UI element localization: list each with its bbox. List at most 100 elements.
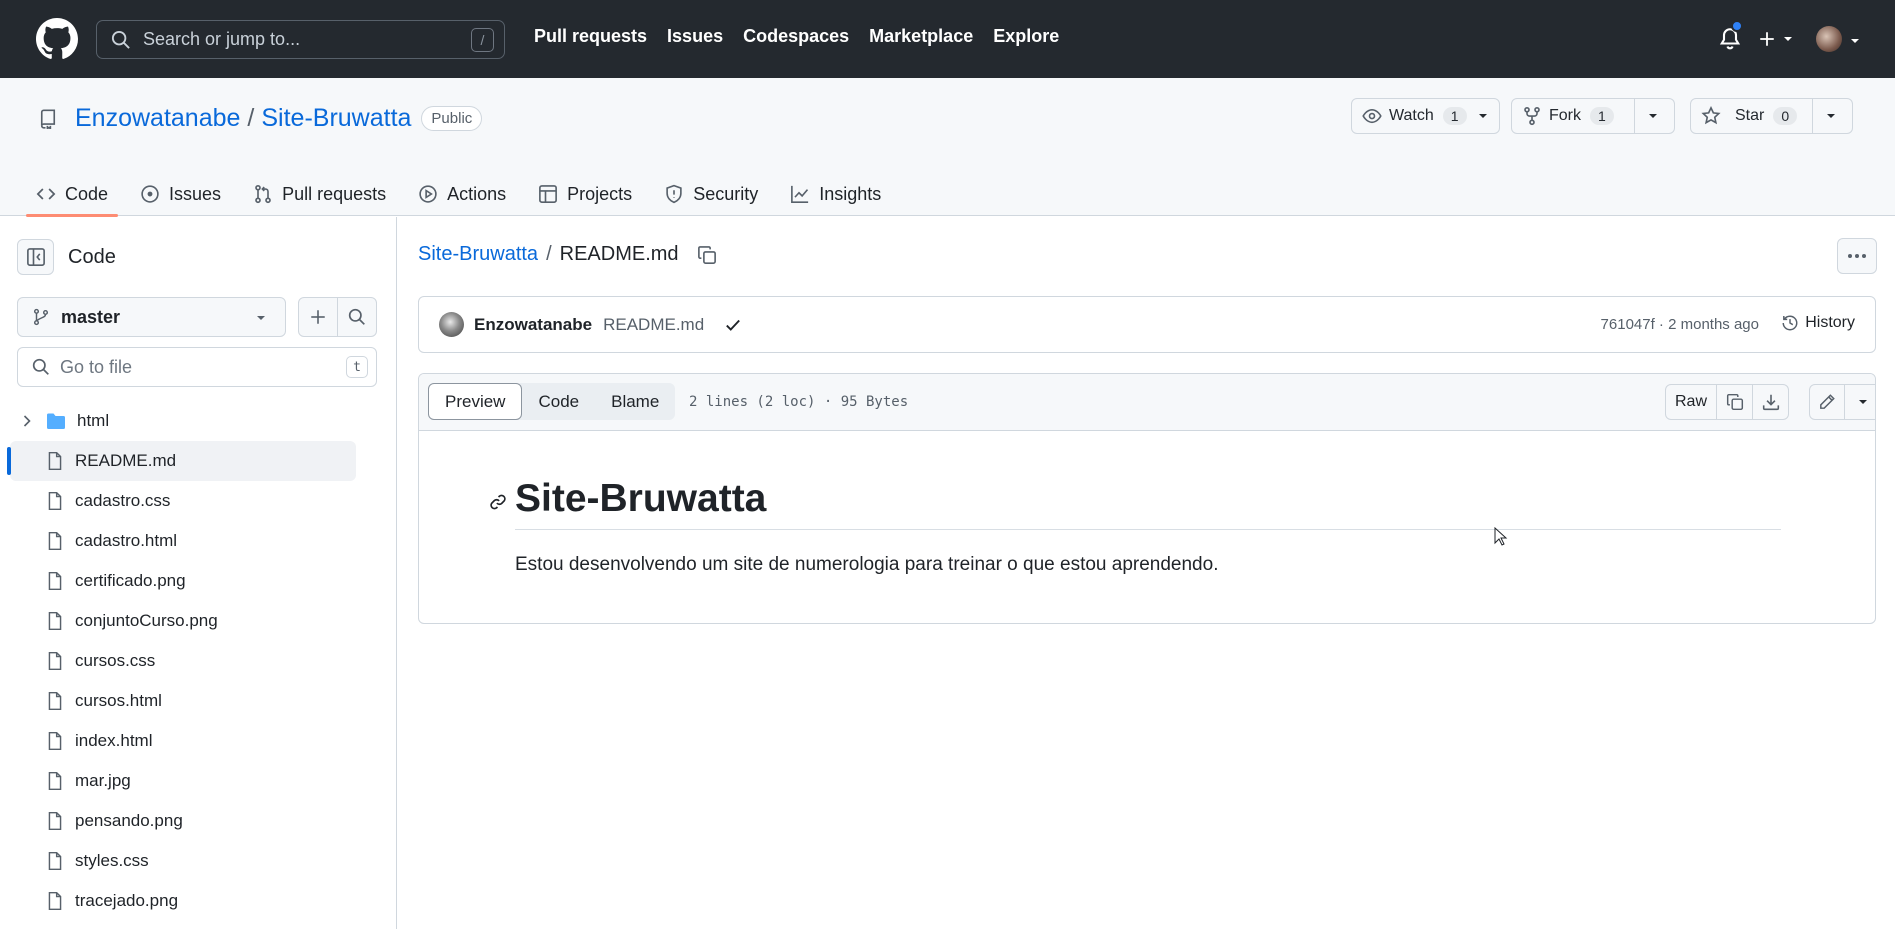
pencil-icon <box>1820 394 1835 409</box>
tree-item-file[interactable]: pensando.png <box>0 801 397 841</box>
download-button[interactable] <box>1753 384 1789 420</box>
nav-marketplace[interactable]: Marketplace <box>869 26 973 47</box>
latest-commit-bar: Enzowatanabe README.md 761047f · 2 month… <box>418 296 1876 353</box>
more-options-button[interactable] <box>1837 238 1877 274</box>
add-file-button[interactable] <box>298 297 338 337</box>
check-icon[interactable] <box>724 316 742 334</box>
repo-title: Enzowatanabe / Site-Bruwatta Public <box>38 104 483 133</box>
file-toolbar: Preview Code Blame 2 lines (2 loc) · 95 … <box>419 374 1875 431</box>
search-icon <box>111 30 130 49</box>
view-preview-button[interactable]: Preview <box>428 383 523 420</box>
tree-item-file[interactable]: cadastro.css <box>0 481 397 521</box>
tree-item-file-selected[interactable]: README.md <box>7 441 356 481</box>
nav-explore[interactable]: Explore <box>993 26 1059 47</box>
tree-item-file[interactable]: cursos.html <box>0 681 397 721</box>
chevron-right-icon <box>23 415 31 427</box>
search-input[interactable]: Search or jump to... / <box>96 20 505 59</box>
tab-label: Security <box>693 183 759 204</box>
user-avatar[interactable] <box>1816 26 1842 52</box>
fork-dropdown-button[interactable] <box>1635 98 1675 134</box>
sidebar-title: Code <box>68 245 116 268</box>
github-logo-icon[interactable] <box>36 18 78 60</box>
tab-security[interactable]: Security <box>664 176 758 216</box>
tree-item-file[interactable]: index.html <box>0 721 397 761</box>
raw-button[interactable]: Raw <box>1665 384 1717 420</box>
tree-item-file[interactable]: certificado.png <box>0 561 397 601</box>
tab-label: Code <box>65 183 109 204</box>
branch-selector[interactable]: master <box>17 297 286 337</box>
tab-insights[interactable]: Insights <box>790 176 881 216</box>
history-button[interactable]: History <box>1781 314 1855 332</box>
tree-item-file[interactable]: styles.css <box>0 841 397 881</box>
search-files-button[interactable] <box>337 297 377 337</box>
caret-down-icon <box>1827 114 1835 118</box>
commit-author[interactable]: Enzowatanabe <box>474 315 592 335</box>
breadcrumb-current-file: README.md <box>559 243 679 265</box>
watch-count: 1 <box>1442 107 1467 125</box>
tree-item-file[interactable]: cursos.css <box>0 641 397 681</box>
go-to-file-input[interactable]: Go to file t <box>17 347 377 387</box>
edit-button[interactable] <box>1809 384 1845 420</box>
commit-message[interactable]: README.md <box>603 315 704 335</box>
nav-issues[interactable]: Issues <box>667 26 723 47</box>
star-dropdown-button[interactable] <box>1813 98 1853 134</box>
history-label: History <box>1805 314 1855 331</box>
edit-dropdown-button[interactable] <box>1845 384 1875 420</box>
repo-owner-link[interactable]: Enzowatanabe <box>75 104 240 133</box>
file-viewer: Preview Code Blame 2 lines (2 loc) · 95 … <box>418 373 1876 624</box>
file-icon <box>48 451 62 471</box>
global-nav: Pull requests Issues Codespaces Marketpl… <box>534 26 1079 47</box>
pull-request-icon <box>255 184 271 204</box>
kebab-horizontal-icon <box>1848 254 1866 258</box>
nav-pull-requests[interactable]: Pull requests <box>534 26 647 47</box>
copy-icon[interactable] <box>697 245 717 265</box>
mouse-cursor-icon <box>1494 527 1508 546</box>
tab-code[interactable]: Code <box>25 176 119 217</box>
tab-pull-requests[interactable]: Pull requests <box>253 176 386 216</box>
tree-item-file[interactable]: cadastro.html <box>0 521 397 561</box>
shield-icon <box>666 184 682 204</box>
view-blame-button[interactable]: Blame <box>595 383 675 420</box>
file-icon <box>48 771 62 791</box>
fork-button[interactable]: Fork 1 <box>1511 98 1635 134</box>
commit-author-avatar[interactable] <box>439 312 464 337</box>
breadcrumb-repo-link[interactable]: Site-Bruwatta <box>418 243 538 266</box>
tree-item-file[interactable]: tracejado.png <box>0 881 397 921</box>
file-icon <box>48 811 62 831</box>
view-code-button[interactable]: Code <box>522 383 595 420</box>
tree-item-label: cadastro.html <box>75 531 178 550</box>
tab-issues[interactable]: Issues <box>140 176 221 216</box>
copy-raw-button[interactable] <box>1717 384 1753 420</box>
copy-icon <box>1726 393 1743 411</box>
star-count: 0 <box>1773 107 1798 125</box>
tab-actions[interactable]: Actions <box>418 176 506 216</box>
search-icon <box>348 308 365 325</box>
tree-item-file[interactable]: conjuntoCurso.png <box>0 601 397 641</box>
create-new-button[interactable] <box>1758 26 1798 52</box>
caret-down-icon <box>1478 114 1487 118</box>
download-icon <box>1762 394 1779 411</box>
caret-down-icon <box>1858 400 1867 404</box>
repo-name-link[interactable]: Site-Bruwatta <box>261 104 411 133</box>
star-label: Star <box>1735 107 1765 124</box>
star-button[interactable]: Star 0 <box>1690 98 1813 134</box>
watch-button[interactable]: Watch 1 <box>1351 98 1500 134</box>
file-icon <box>48 571 62 591</box>
tree-item-label: index.html <box>75 731 153 750</box>
caret-down-icon[interactable] <box>1849 36 1861 46</box>
file-icon <box>48 731 62 751</box>
commit-meta[interactable]: 761047f · 2 months ago <box>1601 316 1759 333</box>
tree-item-label: tracejado.png <box>75 891 179 910</box>
tree-item-folder[interactable]: html <box>0 401 397 441</box>
repo-header: Enzowatanabe / Site-Bruwatta Public Watc… <box>0 78 1895 217</box>
branch-icon <box>33 308 49 326</box>
tree-item-file[interactable]: mar.jpg <box>0 761 397 801</box>
plus-icon <box>1760 32 1774 46</box>
nav-codespaces[interactable]: Codespaces <box>743 26 849 47</box>
fork-button-group: Fork 1 <box>1511 98 1675 134</box>
link-icon[interactable] <box>489 493 507 511</box>
tab-projects[interactable]: Projects <box>538 176 632 216</box>
collapse-sidebar-button[interactable] <box>17 239 54 275</box>
graph-icon <box>791 185 809 203</box>
tree-item-label: cadastro.css <box>75 491 171 510</box>
